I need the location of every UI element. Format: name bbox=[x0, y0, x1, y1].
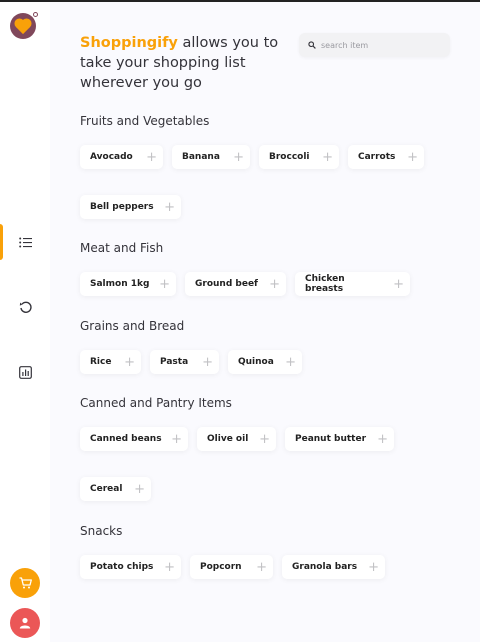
category-title: Grains and Bread bbox=[80, 319, 185, 333]
add-icon[interactable]: + bbox=[256, 561, 267, 574]
category-items-row: Salmon 1kg + Ground beef + Chicken breasts… bbox=[80, 272, 410, 296]
item-name: Cereal bbox=[90, 484, 123, 494]
add-icon[interactable]: + bbox=[124, 356, 135, 369]
add-icon[interactable]: + bbox=[259, 433, 270, 446]
item-card[interactable]: Rice + bbox=[80, 350, 141, 374]
item-card[interactable]: Granola bars + bbox=[282, 555, 385, 579]
cart-icon bbox=[19, 577, 32, 589]
category-title: Meat and Fish bbox=[80, 241, 164, 255]
statistics-icon bbox=[18, 365, 32, 379]
item-name: Banana bbox=[182, 152, 220, 162]
app-logo[interactable] bbox=[10, 12, 38, 39]
item-card[interactable]: Popcorn + bbox=[190, 555, 273, 579]
list-icon bbox=[18, 237, 32, 247]
item-name: Avocado bbox=[90, 152, 133, 162]
item-card[interactable]: Carrots + bbox=[348, 145, 424, 169]
add-icon[interactable]: + bbox=[164, 201, 175, 214]
item-card[interactable]: Cereal + bbox=[80, 477, 151, 501]
item-name: Potato chips bbox=[90, 562, 154, 572]
category-items-row: Bell peppers + bbox=[80, 195, 181, 219]
add-icon[interactable]: + bbox=[368, 561, 379, 574]
item-card[interactable]: Chicken breasts + bbox=[295, 272, 410, 296]
category-title: Snacks bbox=[80, 524, 123, 538]
category-items-row: Cereal + bbox=[80, 477, 151, 501]
add-icon[interactable]: + bbox=[393, 278, 404, 291]
item-name: Peanut butter bbox=[295, 434, 367, 444]
item-card[interactable]: Olive oil + bbox=[197, 427, 276, 451]
item-name: Popcorn bbox=[200, 562, 242, 572]
item-name: Pasta bbox=[160, 357, 189, 367]
item-name: Carrots bbox=[358, 152, 396, 162]
item-name: Granola bars bbox=[292, 562, 358, 572]
search-icon bbox=[308, 41, 316, 49]
user-icon bbox=[19, 617, 31, 629]
logo-heart-icon bbox=[15, 19, 31, 35]
item-card[interactable]: Banana + bbox=[172, 145, 250, 169]
item-card[interactable]: Peanut butter + bbox=[285, 427, 394, 451]
add-icon[interactable]: + bbox=[322, 151, 333, 164]
add-icon[interactable]: + bbox=[134, 483, 145, 496]
item-name: Chicken breasts bbox=[305, 274, 345, 294]
category-items-row: Avocado + Banana + Broccoli + Carrots + bbox=[80, 145, 424, 169]
page-headline: Shoppingify allows you to take your shop… bbox=[80, 33, 290, 93]
sidebar-item-history[interactable] bbox=[0, 289, 50, 325]
category-items-row: Canned beans + Olive oil + Peanut butter + bbox=[80, 427, 394, 451]
item-card[interactable]: Broccoli + bbox=[259, 145, 339, 169]
add-icon[interactable]: + bbox=[159, 278, 170, 291]
item-name: Salmon 1kg bbox=[90, 279, 150, 289]
user-avatar-button[interactable] bbox=[10, 608, 40, 638]
category-items-row: Potato chips + Popcorn + Granola bars + bbox=[80, 555, 385, 579]
add-icon[interactable]: + bbox=[285, 356, 296, 369]
item-name: Bell peppers bbox=[90, 202, 154, 212]
item-card[interactable]: Canned beans + bbox=[80, 427, 188, 451]
item-name: Broccoli bbox=[269, 152, 310, 162]
sidebar-item-statistics[interactable] bbox=[0, 354, 50, 390]
item-name: Rice bbox=[90, 357, 112, 367]
search-input[interactable] bbox=[321, 40, 441, 50]
item-name: Olive oil bbox=[207, 434, 249, 444]
item-name: Quinoa bbox=[238, 357, 274, 367]
add-icon[interactable]: + bbox=[407, 151, 418, 164]
item-name: Ground beef bbox=[195, 279, 258, 289]
category-items-row: Rice + Pasta + Quinoa + bbox=[80, 350, 302, 374]
item-card[interactable]: Quinoa + bbox=[228, 350, 302, 374]
add-icon[interactable]: + bbox=[202, 356, 213, 369]
brand-name: Shoppingify bbox=[80, 35, 178, 51]
logo-dot bbox=[33, 12, 38, 17]
item-name: Canned beans bbox=[90, 434, 162, 444]
category-title: Fruits and Vegetables bbox=[80, 114, 210, 128]
item-card[interactable]: Salmon 1kg + bbox=[80, 272, 176, 296]
item-card[interactable]: Bell peppers + bbox=[80, 195, 181, 219]
item-card[interactable]: Potato chips + bbox=[80, 555, 181, 579]
add-icon[interactable]: + bbox=[269, 278, 280, 291]
item-card[interactable]: Ground beef + bbox=[185, 272, 286, 296]
add-icon[interactable]: + bbox=[146, 151, 157, 164]
add-icon[interactable]: + bbox=[233, 151, 244, 164]
item-card[interactable]: Pasta + bbox=[150, 350, 219, 374]
sidebar-item-items[interactable] bbox=[0, 224, 50, 260]
search-box[interactable] bbox=[299, 33, 450, 57]
window-top-border bbox=[0, 0, 480, 2]
add-icon[interactable]: + bbox=[377, 433, 388, 446]
add-icon[interactable]: + bbox=[164, 561, 175, 574]
add-icon[interactable]: + bbox=[171, 433, 182, 446]
category-title: Canned and Pantry Items bbox=[80, 396, 232, 410]
cart-button[interactable] bbox=[10, 568, 40, 598]
item-card[interactable]: Avocado + bbox=[80, 145, 163, 169]
history-icon bbox=[19, 301, 32, 313]
sidebar bbox=[0, 2, 50, 642]
